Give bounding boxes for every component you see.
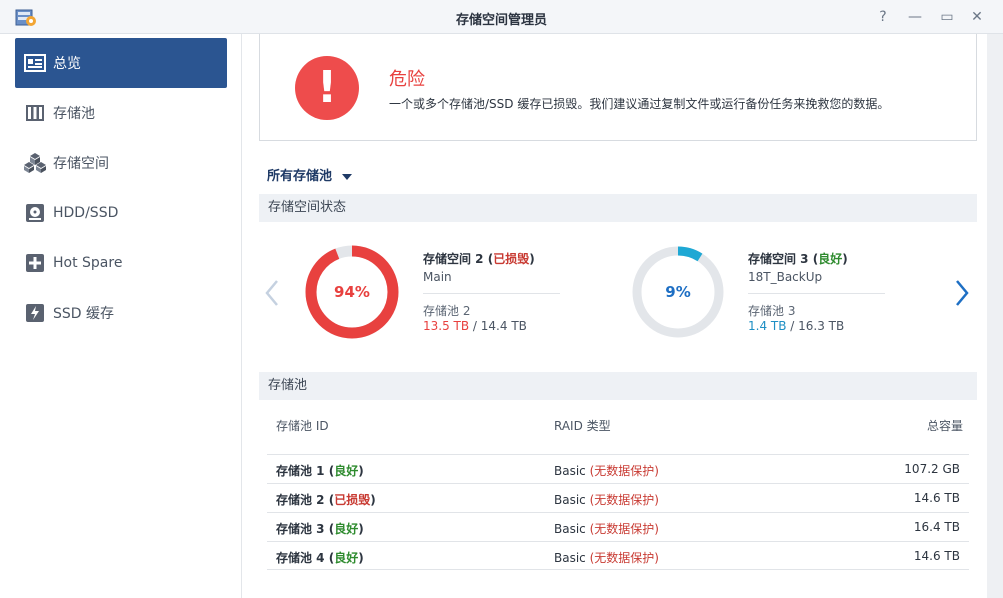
caret-down-icon — [342, 173, 353, 180]
chevron-right-icon[interactable] — [954, 279, 970, 307]
volume-usage: 13.5 TB / 14.4 TB — [423, 319, 527, 333]
volume-usage: 1.4 TB / 16.3 TB — [748, 319, 845, 333]
close-button[interactable]: ✕ — [965, 6, 989, 28]
pool-raid-type: Basic (无数据保护) — [554, 551, 659, 565]
pool-name: 存储池 3 (良好) — [276, 522, 364, 536]
chevron-left-icon[interactable] — [264, 279, 280, 307]
divider — [423, 293, 560, 294]
minimize-button[interactable]: — — [903, 6, 927, 28]
pool-name: 存储池 1 (良好) — [276, 464, 364, 478]
volume-pool: 存储池 2 — [423, 304, 471, 318]
volume-status-header: 存储空间状态 — [259, 194, 977, 222]
storage-pool-icon — [24, 102, 46, 124]
table-row[interactable]: 存储池 1 (良好) Basic (无数据保护) 107.2 GB — [267, 454, 969, 483]
pool-capacity: 107.2 GB — [904, 462, 960, 476]
table-row[interactable]: 存储池 2 (已损毁) Basic (无数据保护) 14.6 TB — [267, 483, 969, 512]
main-panel: ! 危险 一个或多个存储池/SSD 缓存已损毁。我们建议通过复制文件或运行备份任… — [243, 34, 1003, 598]
maximize-button[interactable]: ▭ — [935, 6, 959, 28]
volume-usage-percent: 94% — [334, 283, 370, 301]
sidebar-item-label: 存储空间 — [53, 156, 109, 172]
volume-usage-percent: 9% — [665, 283, 691, 301]
table-row[interactable]: 存储池 4 (良好) Basic (无数据保护) 14.6 TB — [267, 541, 969, 570]
sidebar-item-hot-spare[interactable]: Hot Spare — [15, 238, 227, 288]
pool-capacity: 16.4 TB — [913, 520, 960, 534]
sidebar-item-overview[interactable]: 总览 — [15, 38, 227, 88]
pool-capacity: 14.6 TB — [913, 549, 960, 563]
danger-alert: ! 危险 一个或多个存储池/SSD 缓存已损毁。我们建议通过复制文件或运行备份任… — [259, 34, 977, 141]
pool-name: 存储池 4 (良好) — [276, 551, 364, 565]
volume-icon — [24, 152, 46, 174]
exclamation-icon: ! — [295, 56, 359, 120]
table-row[interactable]: 存储池 3 (良好) Basic (无数据保护) 16.4 TB — [267, 512, 969, 541]
sidebar-item-label: Hot Spare — [53, 255, 123, 271]
divider — [748, 293, 885, 294]
sidebar-item-label: 总览 — [53, 56, 81, 72]
sidebar-item-label: SSD 缓存 — [53, 306, 115, 322]
pool-raid-type: Basic (无数据保护) — [554, 522, 659, 536]
disk-icon — [24, 202, 46, 224]
column-header-raid-type[interactable]: RAID 类型 — [554, 417, 611, 434]
overview-icon — [24, 52, 46, 74]
ssd-cache-icon — [24, 302, 46, 324]
vertical-scrollbar[interactable] — [987, 34, 1003, 598]
window-title: 存储空间管理员 — [455, 13, 547, 28]
volume-description: Main — [423, 270, 452, 284]
hot-spare-icon — [24, 252, 46, 274]
title-bar: 存储空间管理员 ? — ▭ ✕ — [0, 0, 1003, 34]
volume-status: 已损毁 — [493, 252, 530, 266]
sidebar-item-hdd-ssd[interactable]: HDD/SSD — [15, 188, 227, 238]
volume-name: 存储空间 2 (已损毁) — [423, 252, 535, 266]
pool-raid-type: Basic (无数据保护) — [554, 493, 659, 507]
alert-title: 危险 — [389, 69, 425, 90]
sidebar-item-volume[interactable]: 存储空间 — [15, 138, 227, 188]
pool-capacity: 14.6 TB — [913, 491, 960, 505]
sidebar: 总览 存储池 存储空间 HDD/SSD Hot Spare SSD 缓存 — [0, 34, 242, 598]
alert-message: 一个或多个存储池/SSD 缓存已损毁。我们建议通过复制文件或运行备份任务来挽救您… — [389, 97, 890, 111]
sidebar-item-storage-pool[interactable]: 存储池 — [15, 88, 227, 138]
sidebar-item-label: 存储池 — [53, 106, 95, 122]
pool-raid-type: Basic (无数据保护) — [554, 464, 659, 478]
volume-status: 良好 — [818, 252, 843, 266]
volume-description: 18T_BackUp — [748, 270, 823, 284]
sidebar-item-label: HDD/SSD — [53, 205, 119, 221]
pool-filter-dropdown[interactable]: 所有存储池 — [267, 165, 353, 184]
pool-filter-label: 所有存储池 — [267, 169, 333, 184]
column-header-capacity[interactable]: 总容量 — [927, 417, 963, 434]
storage-pool-header: 存储池 — [259, 372, 977, 400]
volume-name: 存储空间 3 (良好) — [748, 252, 848, 266]
column-header-pool-id[interactable]: 存储池 ID — [276, 417, 329, 434]
pool-name: 存储池 2 (已损毁) — [276, 493, 376, 507]
help-button[interactable]: ? — [871, 6, 895, 28]
volume-pool: 存储池 3 — [748, 304, 796, 318]
sidebar-item-ssd-cache[interactable]: SSD 缓存 — [15, 288, 227, 338]
